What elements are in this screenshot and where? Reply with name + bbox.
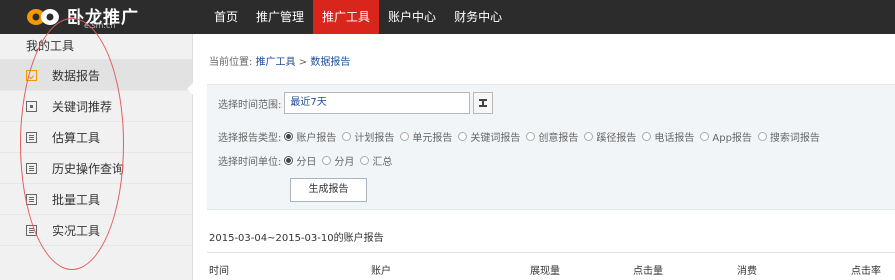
nav-home[interactable]: 首页 — [205, 0, 247, 34]
sidebar-item-label: 关键词推荐 — [52, 99, 113, 114]
sidebar-title: 我的工具 — [0, 34, 192, 60]
radio-unit-summary[interactable]: 汇总 — [360, 153, 392, 168]
active-indicator-arrow — [187, 83, 193, 95]
nav-promotion-tools[interactable]: 推广工具 — [313, 0, 380, 34]
radio-label: 电话报告 — [654, 133, 695, 144]
radio-report-search-term[interactable]: 搜索词报告 — [757, 129, 820, 144]
live-icon — [26, 224, 37, 236]
report-filter-panel: 选择时间范围: 最近7天 选择报告类型: 账户报告 计划报告 单元报告 关键词报… — [207, 84, 895, 210]
radio-dot — [642, 132, 652, 141]
column-header-impressions: 展现量 — [530, 266, 560, 277]
radio-label: 关键词报告 — [470, 133, 521, 144]
radio-dot — [458, 132, 468, 141]
time-unit-row: 选择时间单位: 分日 分月 汇总 — [218, 153, 398, 168]
radio-dot — [526, 132, 536, 141]
top-navigation-bar: 卧龙推广 e.sm.cn 首页 推广管理 推广工具 账户中心 财务中心 — [0, 0, 895, 34]
radio-report-account[interactable]: 账户报告 — [284, 129, 336, 144]
breadcrumb-prefix: 当前位置: — [209, 57, 253, 68]
time-range-input[interactable]: 最近7天 — [284, 92, 471, 114]
sidebar-item-history[interactable]: 历史操作查询 — [0, 153, 192, 184]
report-icon — [26, 69, 37, 81]
nav-promotion-management[interactable]: 推广管理 — [247, 0, 313, 34]
sidebar-item-data-report[interactable]: 数据报告 — [0, 60, 192, 91]
radio-label: App报告 — [712, 133, 752, 144]
report-type-row: 选择报告类型: 账户报告 计划报告 单元报告 关键词报告 创意报告 蹊径报告 电… — [218, 129, 826, 144]
radio-report-creative[interactable]: 创意报告 — [526, 129, 578, 144]
radio-dot — [757, 132, 767, 141]
radio-label: 蹊径报告 — [596, 133, 637, 144]
batch-icon — [26, 193, 37, 205]
time-range-label: 选择时间范围: — [218, 99, 282, 111]
calendar-button[interactable] — [473, 92, 494, 114]
radio-label: 计划报告 — [354, 133, 395, 144]
history-icon — [26, 162, 37, 174]
radio-label: 搜索词报告 — [769, 133, 820, 144]
radio-dot — [284, 156, 294, 165]
sidebar-item-live-tool[interactable]: 实况工具 — [0, 215, 192, 246]
nav-account-center[interactable]: 账户中心 — [379, 0, 445, 34]
logo[interactable]: 卧龙推广 e.sm.cn — [0, 0, 190, 34]
logo-subtext: e.sm.cn — [84, 21, 116, 30]
radio-dot — [322, 156, 332, 165]
radio-unit-monthly[interactable]: 分月 — [322, 153, 354, 168]
column-header-clicks: 点击量 — [633, 266, 663, 277]
radio-report-plan[interactable]: 计划报告 — [342, 129, 394, 144]
report-range-title: 2015-03-04~2015-03-10的账户报告 — [209, 233, 384, 244]
column-header-time: 时间 — [209, 266, 229, 277]
report-type-label: 选择报告类型: — [218, 133, 282, 144]
radio-report-unit[interactable]: 单元报告 — [400, 129, 452, 144]
radio-label: 分月 — [334, 157, 355, 168]
radio-report-keyword[interactable]: 关键词报告 — [458, 129, 520, 144]
report-table-header: 时间 账户 展现量 点击量 消费 点击率 — [207, 252, 895, 280]
radio-label: 创意报告 — [538, 133, 579, 144]
sidebar-item-estimate-tool[interactable]: 估算工具 — [0, 122, 192, 153]
radio-dot — [360, 156, 370, 165]
radio-report-path[interactable]: 蹊径报告 — [584, 129, 636, 144]
calculator-icon — [26, 131, 37, 143]
breadcrumb: 当前位置: 推广工具 > 数据报告 — [209, 53, 350, 68]
sidebar-item-label: 估算工具 — [52, 130, 101, 145]
radio-label: 分日 — [296, 157, 317, 168]
breadcrumb-current: 数据报告 — [310, 57, 351, 68]
sidebar-item-label: 实况工具 — [52, 223, 101, 238]
time-unit-label: 选择时间单位: — [218, 157, 282, 168]
sidebar: 我的工具 数据报告 关键词推荐 估算工具 历史操作查询 批量工具 实况工具 — [0, 34, 193, 280]
column-header-ctr: 点击率 — [851, 266, 881, 277]
radio-dot — [284, 132, 294, 141]
sidebar-item-label: 批量工具 — [52, 192, 101, 207]
radio-label: 单元报告 — [412, 133, 453, 144]
time-range-row: 选择时间范围: 最近7天 — [218, 92, 494, 114]
radio-dot — [584, 132, 594, 141]
radio-dot — [700, 132, 710, 141]
radio-dot — [342, 132, 352, 141]
breadcrumb-separator: > — [298, 57, 308, 68]
nav-finance-center[interactable]: 财务中心 — [445, 0, 511, 34]
target-icon — [26, 100, 37, 112]
calendar-icon — [479, 99, 488, 107]
radio-unit-daily[interactable]: 分日 — [284, 153, 316, 168]
sidebar-item-label: 数据报告 — [52, 68, 101, 83]
radio-report-app[interactable]: App报告 — [700, 129, 752, 144]
radio-dot — [400, 132, 410, 141]
sidebar-item-label: 历史操作查询 — [52, 161, 125, 176]
main-nav: 首页 推广管理 推广工具 账户中心 财务中心 — [205, 0, 511, 34]
logo-icon — [27, 9, 59, 25]
generate-report-button[interactable]: 生成报告 — [290, 178, 367, 202]
breadcrumb-link-tools[interactable]: 推广工具 — [256, 57, 296, 68]
sidebar-item-keyword-recommend[interactable]: 关键词推荐 — [0, 91, 192, 122]
sidebar-item-batch-tool[interactable]: 批量工具 — [0, 184, 192, 215]
column-header-cost: 消费 — [737, 266, 757, 277]
column-header-account: 账户 — [371, 266, 391, 277]
radio-report-phone[interactable]: 电话报告 — [642, 129, 694, 144]
radio-label: 汇总 — [372, 157, 393, 168]
radio-label: 账户报告 — [296, 133, 337, 144]
